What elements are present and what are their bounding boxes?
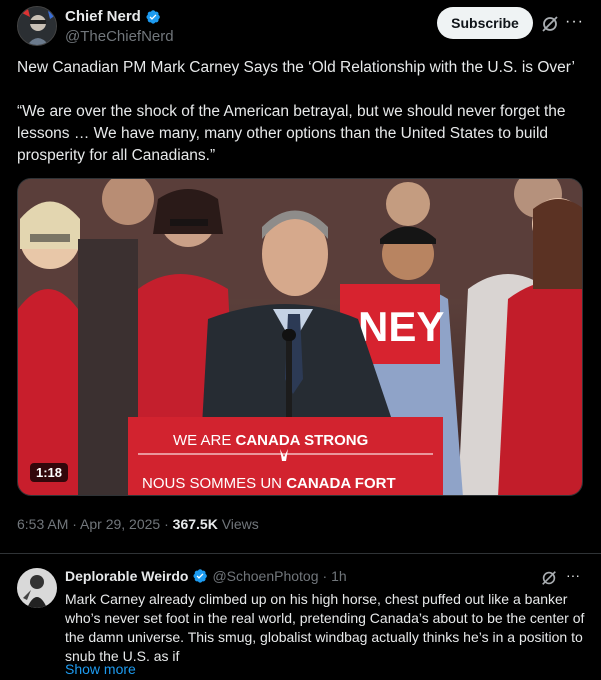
podium-line2-bold: CANADA FORT bbox=[286, 475, 395, 492]
verified-badge-icon bbox=[146, 9, 160, 24]
podium-line1-prefix: WE ARE bbox=[173, 432, 236, 449]
views-label: Views bbox=[217, 516, 259, 532]
subscribe-button[interactable]: Subscribe bbox=[437, 7, 533, 39]
reply-time[interactable]: · 1h bbox=[323, 568, 347, 584]
podium-line1-bold: CANADA STRONG bbox=[236, 432, 369, 449]
reply-handle[interactable]: @SchoenPhotog bbox=[212, 568, 318, 584]
verified-badge-icon bbox=[193, 569, 208, 583]
post-text-paragraph: New Canadian PM Mark Carney Says the ‘Ol… bbox=[17, 59, 575, 76]
post-meta: 6:53 AM · Apr 29, 2025 · 367.5K Views bbox=[17, 516, 259, 532]
views-count: 367.5K bbox=[172, 516, 218, 532]
post-text: New Canadian PM Mark Carney Says the ‘Ol… bbox=[17, 57, 587, 189]
reply-avatar-image bbox=[17, 568, 57, 608]
sign-text: NEY bbox=[358, 303, 444, 350]
svg-text:NOUS SOMMES UN CANADA FORT: NOUS SOMMES UN CANADA FORT bbox=[142, 475, 396, 492]
grok-icon[interactable] bbox=[540, 14, 560, 34]
author-avatar[interactable] bbox=[17, 6, 57, 46]
video-duration-badge: 1:18 bbox=[30, 463, 69, 482]
reply-text: Mark Carney already climbed up on his hi… bbox=[65, 591, 585, 664]
video-frame-image: NEY WE ARE CANADA STRONG NOUS SOMMES UN … bbox=[18, 179, 582, 495]
author-handle[interactable]: @TheChiefNerd bbox=[65, 28, 174, 45]
show-more-link[interactable]: Show more bbox=[65, 661, 136, 677]
more-options-icon[interactable]: ··· bbox=[566, 567, 580, 583]
svg-text:WE ARE CANADA STRONG: WE ARE CANADA STRONG bbox=[173, 432, 368, 449]
grok-icon[interactable] bbox=[540, 569, 558, 587]
author-block: Chief Nerd @TheChiefNerd bbox=[65, 8, 174, 45]
video-player[interactable]: NEY WE ARE CANADA STRONG NOUS SOMMES UN … bbox=[17, 178, 583, 496]
podium-line2-prefix: NOUS SOMMES UN bbox=[142, 475, 286, 492]
reply-avatar[interactable] bbox=[17, 568, 57, 608]
post-text-paragraph: “We are over the shock of the American b… bbox=[17, 103, 566, 164]
post: Chief Nerd @TheChiefNerd Subscribe ··· N… bbox=[0, 0, 601, 554]
author-display-name[interactable]: Chief Nerd bbox=[65, 8, 141, 25]
post-timestamp[interactable]: 6:53 AM · Apr 29, 2025 · bbox=[17, 516, 173, 532]
more-options-icon[interactable]: ··· bbox=[565, 13, 585, 33]
avatar-image bbox=[18, 7, 56, 45]
reply-author-line: Deplorable Weirdo @SchoenPhotog · 1h bbox=[65, 568, 347, 584]
reply-display-name[interactable]: Deplorable Weirdo bbox=[65, 568, 188, 584]
